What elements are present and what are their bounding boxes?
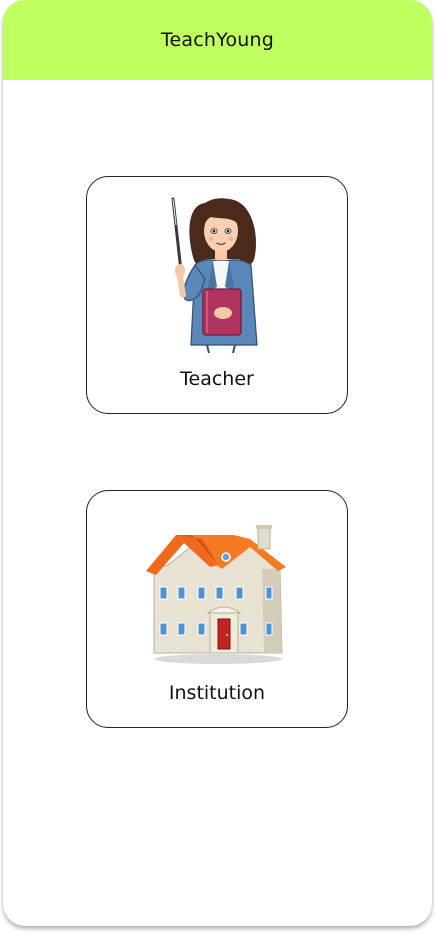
app-header: TeachYoung xyxy=(3,0,432,80)
institution-card[interactable]: Institution xyxy=(86,490,348,728)
institution-label: Institution xyxy=(168,682,266,704)
teacher-card[interactable]: Teacher xyxy=(86,176,348,414)
app-title: TeachYoung xyxy=(160,29,275,51)
school-building-illustration-icon xyxy=(146,525,286,664)
app-screen: TeachYoung Teacher Institution xyxy=(3,0,432,926)
teacher-illustration-icon xyxy=(171,197,258,354)
teacher-label: Teacher xyxy=(180,368,254,390)
